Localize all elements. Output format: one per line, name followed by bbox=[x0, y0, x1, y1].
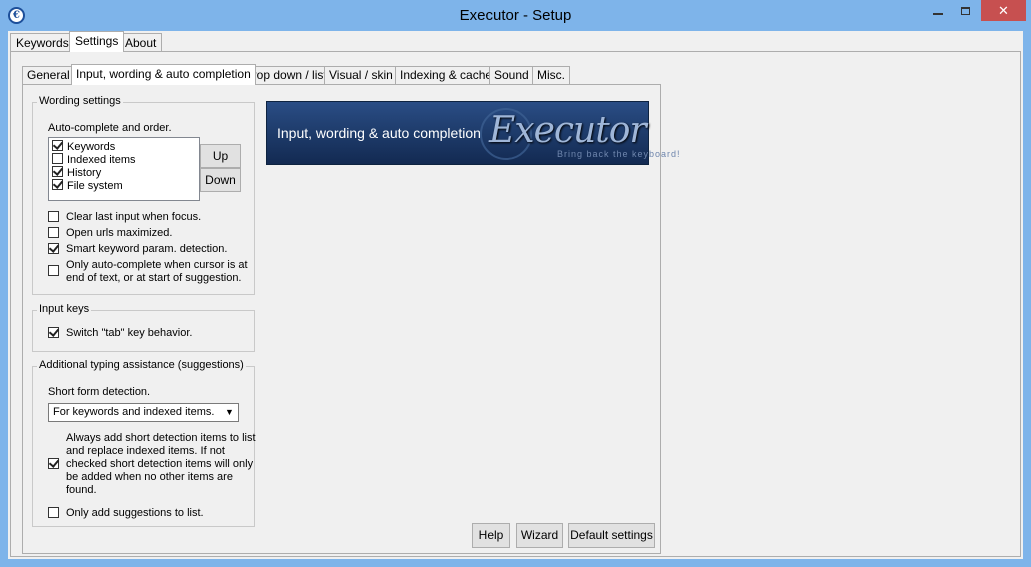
close-button[interactable]: ✕ bbox=[981, 0, 1026, 21]
default-settings-button[interactable]: Default settings bbox=[568, 523, 655, 548]
wizard-button[interactable]: Wizard bbox=[516, 523, 563, 548]
short-form-selected: For keywords and indexed items. bbox=[53, 406, 215, 418]
only-add-suggestions-checkbox[interactable] bbox=[48, 507, 59, 518]
minimize-button[interactable] bbox=[925, 0, 951, 21]
executor-banner: Input, wording & auto completion Executo… bbox=[266, 101, 680, 165]
only-autocomplete-checkbox[interactable] bbox=[48, 265, 59, 276]
subtab-visual-skin[interactable]: Visual / skin bbox=[324, 66, 398, 84]
subtab-input-wording[interactable]: Input, wording & auto completion bbox=[71, 64, 256, 85]
short-form-label: Short form detection. bbox=[48, 386, 151, 398]
open-urls-maximized-checkbox[interactable] bbox=[48, 227, 59, 238]
checkbox-keywords[interactable] bbox=[52, 140, 63, 151]
switch-tab-checkbox[interactable] bbox=[48, 327, 59, 338]
checkbox-history[interactable] bbox=[52, 166, 63, 177]
input-wording-panel: Wording settings Auto-complete and order… bbox=[22, 84, 680, 554]
list-item[interactable]: Keywords bbox=[52, 140, 115, 153]
checkbox-file-system[interactable] bbox=[52, 179, 63, 190]
close-icon: ✕ bbox=[998, 3, 1009, 18]
list-item[interactable]: Indexed items bbox=[52, 153, 135, 166]
subtab-indexing-cache[interactable]: Indexing & cache bbox=[395, 66, 498, 84]
banner-section-title: Input, wording & auto completion bbox=[277, 125, 481, 141]
subtab-sound[interactable]: Sound bbox=[489, 66, 534, 84]
move-up-button[interactable]: Up bbox=[200, 144, 241, 168]
wording-settings-group: Wording settings Auto-complete and order… bbox=[32, 95, 255, 295]
auto-complete-order-list[interactable]: Keywords Indexed items History File syst… bbox=[48, 137, 200, 201]
checkbox-indexed-items[interactable] bbox=[52, 153, 63, 164]
minimize-icon bbox=[933, 13, 943, 15]
maximize-icon bbox=[961, 7, 970, 15]
dropdown-arrow-icon[interactable]: ▼ bbox=[222, 405, 237, 420]
list-item[interactable]: History bbox=[52, 166, 101, 179]
tab-about[interactable]: About bbox=[119, 33, 163, 52]
smart-keyword-checkbox[interactable] bbox=[48, 243, 59, 254]
setup-window: € Executor - Setup ✕ Keywords Settings A… bbox=[0, 0, 1031, 567]
subtab-general[interactable]: General bbox=[22, 66, 75, 84]
banner-tagline: Bring back the keyboard! bbox=[557, 149, 681, 159]
help-button[interactable]: Help bbox=[472, 523, 510, 548]
maximize-button[interactable] bbox=[953, 0, 979, 21]
title-bar[interactable]: € Executor - Setup ✕ bbox=[0, 0, 1031, 31]
input-keys-group: Input keys Switch "tab" key behavior. bbox=[32, 303, 255, 352]
subtab-misc[interactable]: Misc. bbox=[532, 66, 570, 84]
always-add-short-checkbox[interactable] bbox=[48, 458, 59, 469]
tab-keywords[interactable]: Keywords bbox=[10, 33, 75, 52]
window-title: Executor - Setup bbox=[459, 7, 572, 24]
client-area: Keywords Settings About General Input, w… bbox=[8, 31, 1023, 559]
typing-assistance-legend: Additional typing assistance (suggestion… bbox=[37, 359, 246, 371]
executor-logo: Executor bbox=[489, 110, 647, 151]
auto-complete-order-label: Auto-complete and order. bbox=[48, 122, 172, 134]
wording-settings-legend: Wording settings bbox=[37, 95, 123, 107]
list-item[interactable]: File system bbox=[52, 179, 123, 192]
move-down-button[interactable]: Down bbox=[200, 168, 241, 192]
clear-last-input-checkbox[interactable] bbox=[48, 211, 59, 222]
input-keys-legend: Input keys bbox=[37, 303, 92, 315]
short-form-select[interactable]: For keywords and indexed items. ▼ bbox=[48, 403, 239, 422]
tab-settings[interactable]: Settings bbox=[69, 31, 125, 52]
typing-assistance-group: Additional typing assistance (suggestion… bbox=[32, 359, 256, 527]
